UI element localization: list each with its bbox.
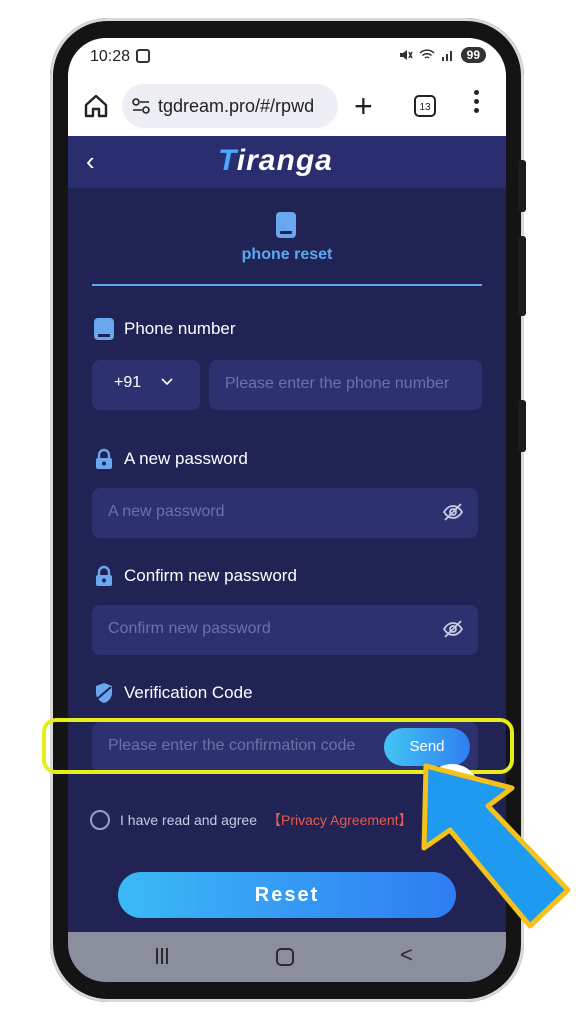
screenshot-icon [136,49,150,63]
site-settings-icon[interactable] [132,98,150,114]
verification-code-label: Verification Code [94,682,253,704]
recents-icon[interactable] [156,948,172,964]
new-password-placeholder: A new password [108,503,225,520]
status-time: 10:28 [90,48,131,65]
agreement-row: I have read and agree 【Privacy Agreement… [90,810,413,830]
phone-icon [276,212,296,238]
app-header: ‹ Tiranga [68,136,506,188]
new-tab-plus-icon[interactable]: + [354,86,373,126]
home-icon[interactable] [82,92,110,120]
phone-number-label: Phone number [94,318,236,340]
url-bar[interactable]: tgdream.pro/#/rpwd [122,84,338,128]
power-button [518,160,526,212]
confirm-password-label: Confirm new password [94,565,297,587]
tab-label: phone reset [241,246,333,263]
eye-off-icon[interactable] [442,619,464,639]
new-password-input[interactable]: A new password [92,488,478,538]
wifi-icon [419,49,435,59]
app-logo: Tiranga [218,144,333,177]
confirm-password-placeholder: Confirm new password [108,620,271,637]
tab-phone-reset[interactable]: phone reset [92,210,482,286]
phone-number-placeholder: Please enter the phone number [225,375,450,392]
back-chevron-icon[interactable]: ‹ [86,148,95,174]
country-code-select[interactable]: +91 [92,360,200,410]
phone-number-input[interactable]: Please enter the phone number [209,360,482,410]
eye-off-icon[interactable] [442,502,464,522]
new-password-label: A new password [94,448,248,470]
back-nav-icon[interactable]: < [400,942,413,968]
country-code-value: +91 [114,374,142,391]
agree-text: I have read and agree [120,812,257,828]
side-key [518,400,526,452]
battery-badge: 99 [460,47,486,63]
volume-button [518,236,526,316]
reset-button[interactable]: Reset [118,872,456,918]
lock-icon [96,448,112,469]
phone-icon [94,318,114,340]
browser-toolbar: tgdream.pro/#/rpwd + 13 [68,80,506,136]
tab-switcher-button[interactable]: 13 [414,95,436,117]
agree-radio[interactable] [90,810,110,830]
chevron-down-icon [161,378,173,386]
url-text[interactable]: tgdream.pro/#/rpwd [158,96,314,117]
android-nav-bar: < [68,932,506,982]
shield-icon [96,683,112,703]
signal-icon [441,51,452,61]
confirm-password-input[interactable]: Confirm new password [92,605,478,655]
status-icons: 99 [399,47,486,63]
status-bar: 10:28 99 [68,38,506,80]
privacy-agreement-link[interactable]: 【Privacy Agreement】 [267,810,413,830]
pointer-arrow-icon [421,763,571,929]
mute-icon [399,50,413,60]
home-nav-icon[interactable] [276,948,294,966]
more-menu-icon[interactable] [474,90,480,113]
lock-icon [96,565,112,586]
